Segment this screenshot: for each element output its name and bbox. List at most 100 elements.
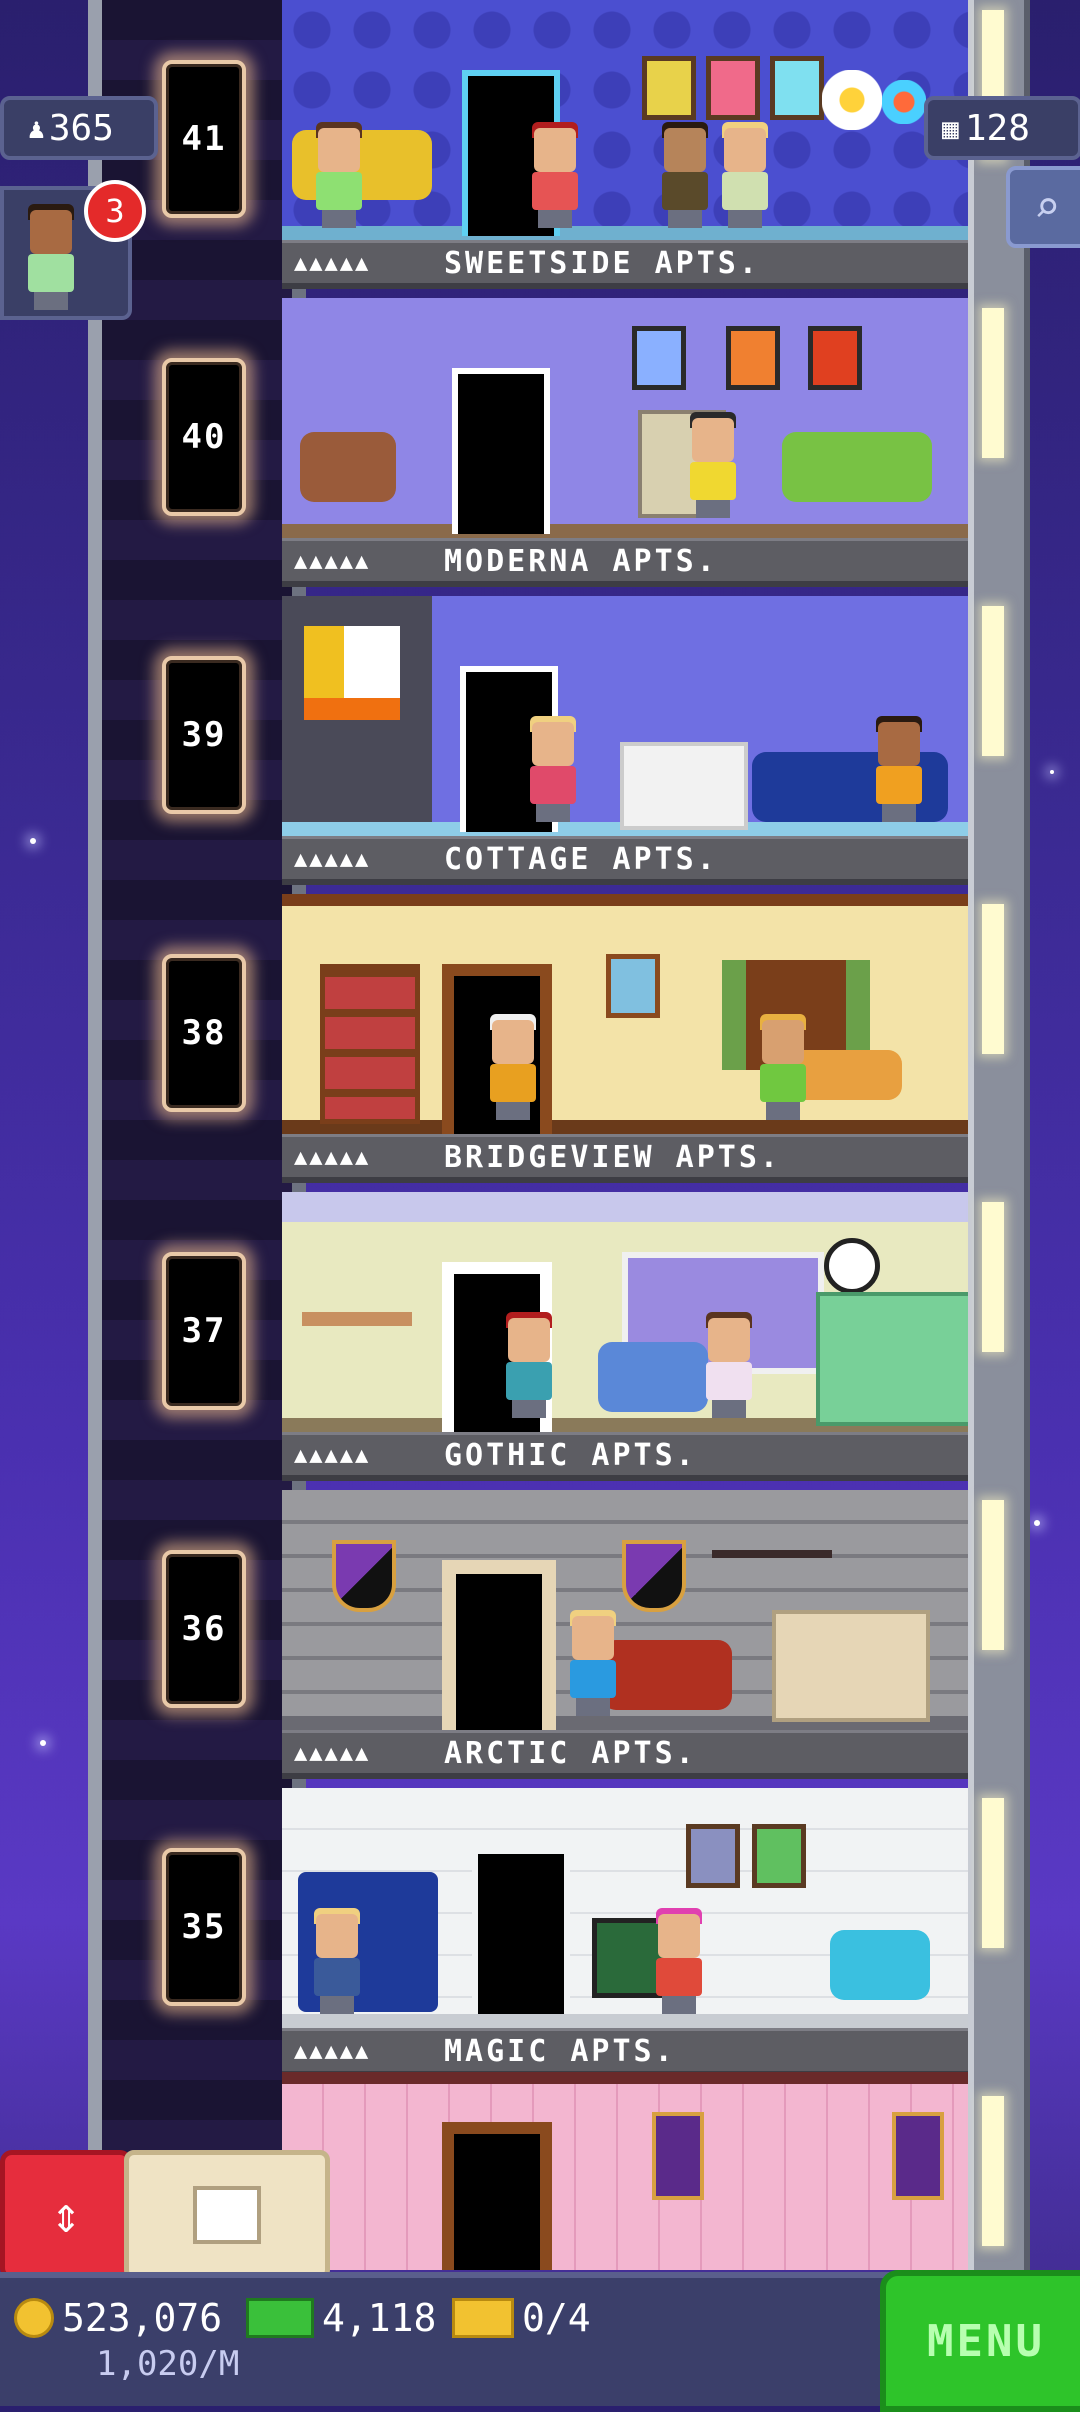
floor-count-value: 128 [964, 107, 1030, 149]
clock-icon [824, 1238, 880, 1294]
apartment-door[interactable] [442, 1560, 556, 1734]
elevator-button[interactable]: ⇕ [0, 2150, 132, 2280]
floor-name: BRIDGEVIEW APTS. [444, 1139, 781, 1175]
floor-number-38[interactable]: 38 [162, 954, 246, 1112]
floor-number-35[interactable]: 35 [162, 1848, 246, 2006]
floor-name: SWEETSIDE APTS. [444, 245, 760, 281]
floor-number-41[interactable]: 41 [162, 60, 246, 218]
income-value: 1,020/M [96, 2344, 240, 2384]
apartment-door[interactable] [472, 1848, 570, 2014]
resident-icon[interactable] [310, 1908, 364, 2014]
occupancy-icons: ▲▲▲▲▲ [294, 548, 371, 574]
fireplace-icon [620, 742, 748, 830]
picture-frame-icon [808, 326, 862, 390]
floor-name: GOTHIC APTS. [444, 1437, 697, 1473]
coin-icon [14, 2298, 54, 2338]
coin-balance: 523,076 [14, 2296, 222, 2340]
build-button[interactable] [124, 2150, 330, 2280]
resident-icon[interactable] [652, 1908, 706, 2014]
bux-icon [246, 2298, 314, 2338]
picture-frame-icon [770, 56, 824, 120]
ticket-icon [452, 2298, 514, 2338]
floor-number-40[interactable]: 40 [162, 358, 246, 516]
resident-avatar-icon [24, 204, 78, 310]
resident-icon[interactable] [702, 1312, 756, 1418]
resident-icon[interactable] [718, 122, 772, 228]
tower-rail [968, 0, 1030, 2270]
sky-star [40, 1740, 46, 1746]
resident-icon[interactable] [756, 1014, 810, 1120]
dining-table-icon [302, 1312, 412, 1326]
resident-request-button[interactable]: 3 [0, 180, 146, 320]
elevator-arrows-icon: ⇕ [50, 2186, 82, 2244]
floor-room-arctic[interactable]: ▲▲▲▲▲ ARCTIC APTS. [282, 1490, 970, 1788]
resident-icon[interactable] [502, 1312, 556, 1418]
occupancy-icons: ▲▲▲▲▲ [294, 846, 371, 872]
population-value: 365 [48, 107, 114, 149]
floor-room-bridgeview[interactable]: ▲▲▲▲▲ BRIDGEVIEW APTS. [282, 894, 970, 1192]
floor-room-gothic[interactable]: ▲▲▲▲▲ GOTHIC APTS. [282, 1192, 970, 1490]
building-icon: ▦ [942, 111, 959, 145]
resident-icon[interactable] [486, 1014, 540, 1120]
picture-frame-icon [752, 1824, 806, 1888]
magnify-button[interactable]: ⌕ [1006, 166, 1080, 248]
notification-badge: 3 [84, 180, 146, 242]
resident-icon[interactable] [686, 412, 740, 518]
kitchen-icon [816, 1292, 970, 1426]
bux-value: 4,118 [322, 2296, 437, 2340]
coin-value: 523,076 [62, 2296, 223, 2340]
magnify-icon: ⌕ [1033, 181, 1061, 233]
floor-number-39[interactable]: 39 [162, 656, 246, 814]
floor-count[interactable]: ▦ 128 [924, 96, 1080, 160]
bux-balance: 4,118 [246, 2296, 436, 2340]
floor-room-partial[interactable] [282, 2072, 970, 2270]
picture-frame-icon [706, 56, 760, 120]
resident-icon[interactable] [312, 122, 366, 228]
floor-room-moderna[interactable]: ▲▲▲▲▲ MODERNA APTS. [282, 298, 970, 596]
sofa-icon [598, 1342, 708, 1412]
occupancy-icons: ▲▲▲▲▲ [294, 2038, 371, 2064]
wall-art-icon [304, 626, 400, 720]
ticket-value: 0/4 [522, 2296, 591, 2340]
banner-icon [892, 2112, 944, 2200]
occupancy-icons: ▲▲▲▲▲ [294, 250, 371, 276]
flower-icon [882, 80, 926, 124]
income-rate: 1,020/M [96, 2344, 239, 2384]
armchair-icon [300, 432, 396, 502]
floor-room-cottage[interactable]: ▲▲▲▲▲ COTTAGE APTS. [282, 596, 970, 894]
apartment-door[interactable] [442, 2122, 552, 2270]
shield-icon [332, 1540, 396, 1612]
sky-star [30, 838, 36, 844]
sky-star [1034, 1520, 1040, 1526]
floor-number-37[interactable]: 37 [162, 1252, 246, 1410]
resident-icon[interactable] [526, 716, 580, 822]
picture-frame-icon [606, 954, 660, 1018]
resident-icon[interactable] [658, 122, 712, 228]
occupancy-icons: ▲▲▲▲▲ [294, 1144, 371, 1170]
shield-icon [622, 1540, 686, 1612]
picture-frame-icon [632, 326, 686, 390]
floor-room-sweetside[interactable]: ▲▲▲▲▲ SWEETSIDE APTS. [282, 0, 970, 298]
floor-room-magic[interactable]: ▲▲▲▲▲ MAGIC APTS. [282, 1788, 970, 2086]
floor-name: COTTAGE APTS. [444, 841, 718, 877]
bookshelf-icon [320, 964, 420, 1124]
elevator-shaft: 41 40 39 38 37 36 35 [88, 0, 306, 2270]
floor-name: ARCTIC APTS. [444, 1735, 697, 1771]
resident-icon[interactable] [528, 122, 582, 228]
apartment-door[interactable] [452, 368, 550, 534]
armchair-icon [830, 1930, 930, 2000]
picture-frame-icon [642, 56, 696, 120]
population-counter[interactable]: ♟ 365 [0, 96, 158, 160]
menu-button[interactable]: MENU [880, 2270, 1080, 2412]
person-icon: ♟ [28, 111, 45, 145]
ticket-count: 0/4 [452, 2296, 591, 2340]
fireplace-icon [772, 1610, 930, 1722]
picture-frame-icon [726, 326, 780, 390]
chandelier-icon [712, 1520, 832, 1558]
resident-icon[interactable] [872, 716, 926, 822]
floor-name: MAGIC APTS. [444, 2033, 676, 2069]
occupancy-icons: ▲▲▲▲▲ [294, 1740, 371, 1766]
resident-icon[interactable] [566, 1610, 620, 1716]
flower-icon [822, 70, 882, 130]
floor-number-36[interactable]: 36 [162, 1550, 246, 1708]
